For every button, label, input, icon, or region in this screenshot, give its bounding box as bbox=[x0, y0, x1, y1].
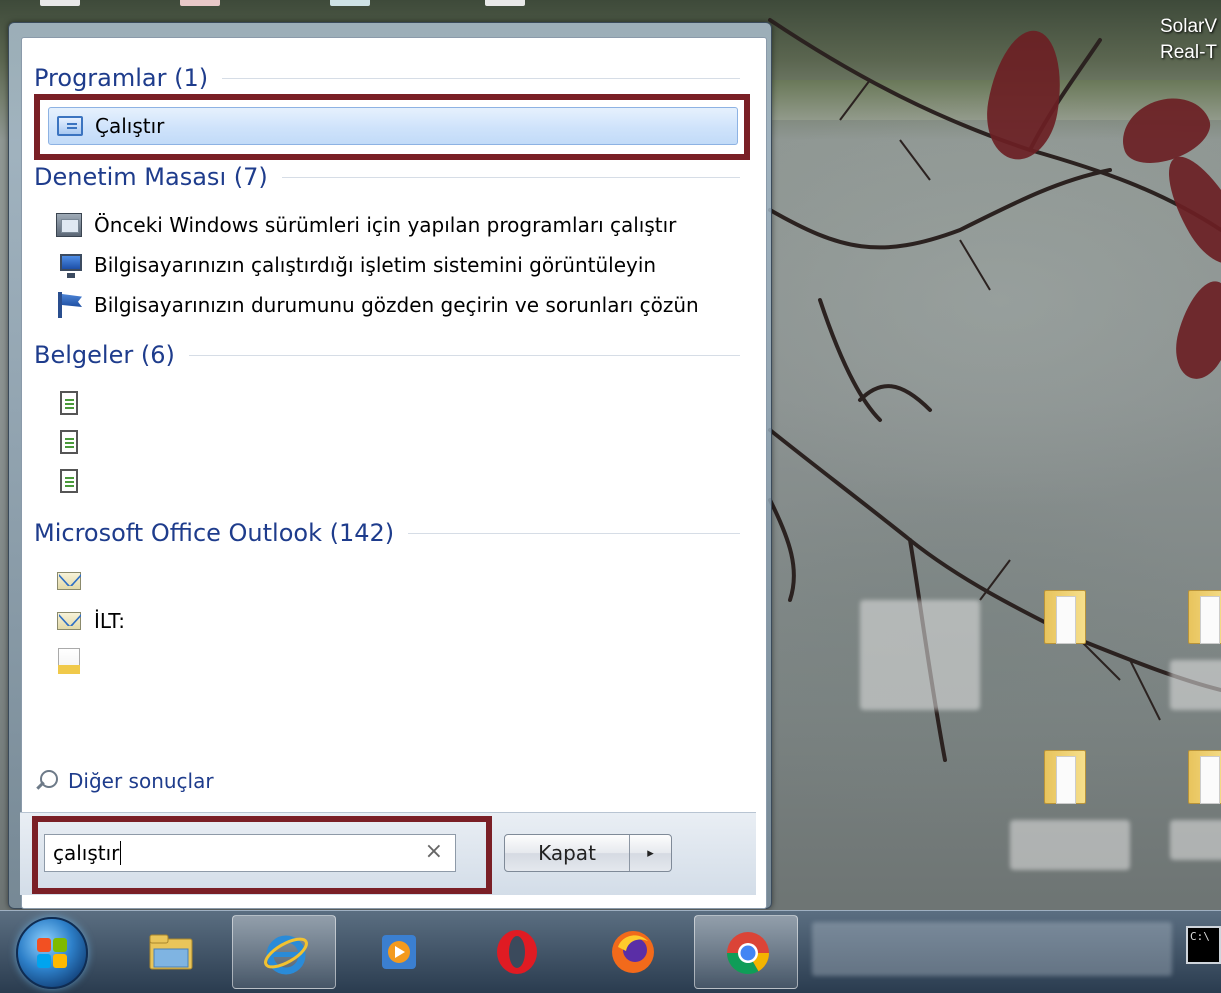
desktop-icon-stub bbox=[180, 0, 220, 6]
mail-icon bbox=[54, 566, 84, 596]
desktop-folder-icon[interactable] bbox=[1042, 588, 1086, 644]
desktop-icon-label-redacted bbox=[860, 600, 980, 710]
firefox-icon bbox=[612, 931, 654, 973]
desktop-folder-icon[interactable] bbox=[1042, 748, 1086, 804]
document-icon bbox=[54, 466, 84, 496]
mail-icon bbox=[54, 606, 84, 636]
result-label: İLT: bbox=[94, 609, 126, 633]
windows-logo-icon bbox=[37, 938, 51, 952]
section-title-documents: Belgeler (6) bbox=[34, 341, 175, 369]
explorer-folder-icon bbox=[149, 934, 193, 970]
internet-explorer-icon bbox=[264, 935, 308, 975]
note-icon bbox=[54, 646, 84, 676]
desktop-icon-label-redacted bbox=[1010, 820, 1130, 870]
section-header-programs[interactable]: Programlar (1) bbox=[34, 64, 740, 92]
desktop-shortcut-label[interactable]: SolarV Real-T bbox=[1160, 14, 1217, 66]
desktop-icon-label-redacted bbox=[1170, 660, 1221, 710]
desktop-folder-icon[interactable] bbox=[1186, 748, 1221, 804]
document-icon bbox=[54, 388, 84, 418]
see-more-results-label: Diğer sonuçlar bbox=[68, 769, 214, 793]
taskbar-media-player-button[interactable] bbox=[346, 915, 450, 989]
annotation-highlight-search bbox=[32, 816, 492, 894]
result-item-action-center[interactable]: Bilgisayarınızın durumunu gözden geçirin… bbox=[54, 288, 734, 322]
media-player-icon bbox=[382, 935, 416, 969]
shutdown-options-arrow-icon[interactable]: ▸ bbox=[630, 835, 671, 871]
result-item-compatibility[interactable]: Önceki Windows sürümleri için yapılan pr… bbox=[54, 208, 734, 242]
compatibility-icon bbox=[54, 210, 84, 240]
shortcut-label-line2: Real-T bbox=[1160, 42, 1218, 63]
result-label: Önceki Windows sürümleri için yapılan pr… bbox=[94, 213, 677, 237]
section-title-programs: Programlar (1) bbox=[34, 64, 209, 92]
shortcut-label-line1: SolarV bbox=[1160, 16, 1218, 37]
taskbar-firefox-button[interactable] bbox=[580, 915, 684, 989]
taskbar-explorer-button[interactable] bbox=[118, 915, 222, 989]
annotation-highlight-run bbox=[34, 94, 750, 160]
section-header-control-panel[interactable]: Denetim Masası (7) bbox=[34, 163, 740, 191]
windows-logo-pane bbox=[37, 954, 51, 968]
system-monitor-icon bbox=[54, 250, 84, 280]
section-divider bbox=[222, 77, 740, 79]
section-divider bbox=[281, 176, 740, 178]
taskbar-opera-button[interactable] bbox=[464, 915, 568, 989]
result-item-system-info[interactable]: Bilgisayarınızın çalıştırdığı işletim si… bbox=[54, 248, 734, 282]
section-divider bbox=[408, 532, 740, 534]
result-item-document[interactable] bbox=[54, 425, 734, 459]
shutdown-button-group: Kapat ▸ bbox=[504, 834, 672, 872]
result-label: Bilgisayarınızın çalıştırdığı işletim si… bbox=[94, 253, 657, 277]
result-item-mail[interactable]: İLT: bbox=[54, 604, 734, 638]
desktop-folder-icon[interactable] bbox=[1186, 588, 1221, 644]
taskbar-internet-explorer-button[interactable] bbox=[232, 915, 336, 989]
result-item-document[interactable] bbox=[54, 464, 734, 498]
desktop-icon-stub bbox=[330, 0, 370, 6]
section-divider bbox=[188, 354, 740, 356]
result-item-note[interactable] bbox=[54, 644, 734, 678]
search-icon bbox=[34, 768, 60, 794]
opera-icon bbox=[497, 930, 537, 974]
windows-logo-pane bbox=[53, 954, 67, 968]
desktop-icon-stub bbox=[40, 0, 80, 6]
see-more-results-link[interactable]: Diğer sonuçlar bbox=[34, 766, 214, 796]
desktop-icon-label-redacted bbox=[1170, 820, 1221, 860]
shutdown-button[interactable]: Kapat bbox=[505, 835, 630, 871]
start-button[interactable] bbox=[16, 917, 88, 989]
result-item-mail[interactable] bbox=[54, 564, 734, 598]
section-header-documents[interactable]: Belgeler (6) bbox=[34, 341, 740, 369]
section-title-control-panel: Denetim Masası (7) bbox=[34, 163, 268, 191]
result-item-document[interactable] bbox=[54, 386, 734, 420]
cmd-prompt-text: C:\ bbox=[1190, 930, 1210, 943]
taskbar-chrome-button[interactable] bbox=[694, 915, 798, 989]
action-center-flag-icon bbox=[54, 290, 84, 320]
taskbar-command-prompt-icon[interactable]: C:\ bbox=[1186, 926, 1221, 964]
section-header-outlook[interactable]: Microsoft Office Outlook (142) bbox=[34, 519, 740, 547]
document-icon bbox=[54, 427, 84, 457]
desktop-icon-stub bbox=[485, 0, 525, 6]
taskbar-redacted-area bbox=[812, 922, 1172, 976]
result-label: Bilgisayarınızın durumunu gözden geçirin… bbox=[94, 293, 699, 317]
windows-logo-pane bbox=[53, 938, 67, 952]
chrome-icon bbox=[727, 932, 769, 975]
section-title-outlook: Microsoft Office Outlook (142) bbox=[34, 519, 395, 547]
